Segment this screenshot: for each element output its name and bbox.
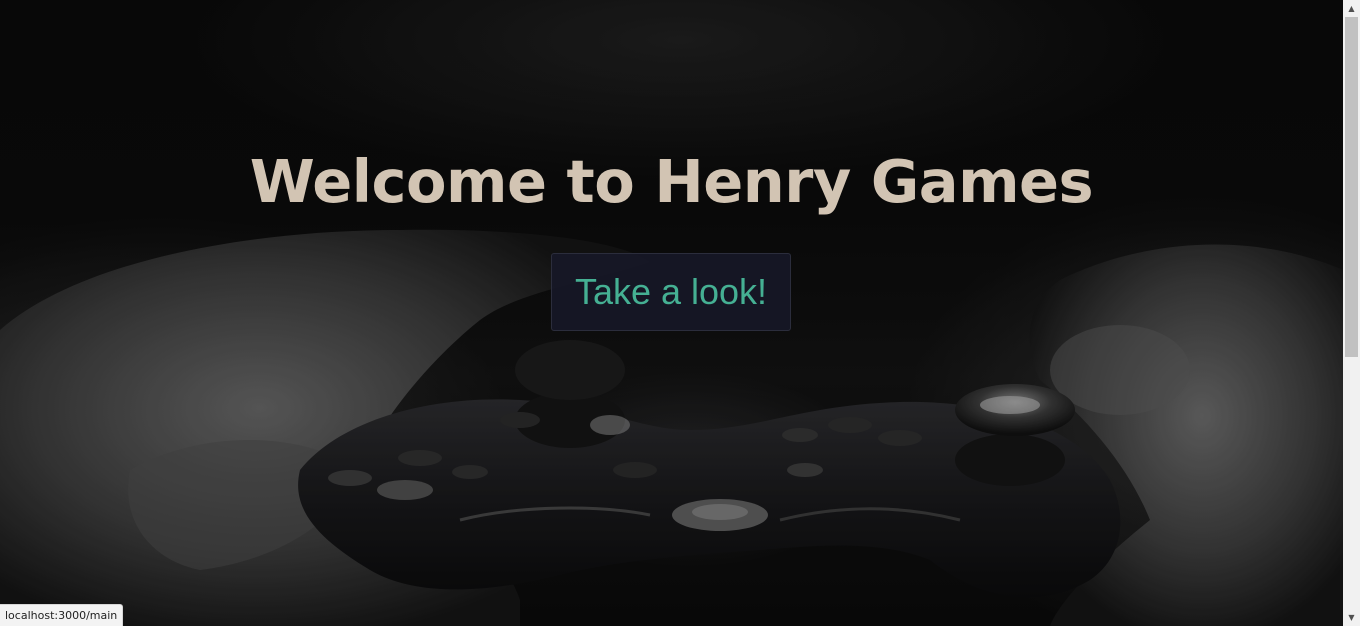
scrollbar-thumb[interactable] xyxy=(1345,17,1358,357)
take-a-look-button[interactable]: Take a look! xyxy=(551,253,791,331)
vertical-scrollbar[interactable]: ▲ ▼ xyxy=(1343,0,1360,626)
scroll-up-arrow-icon[interactable]: ▲ xyxy=(1343,0,1360,17)
hero-section: Welcome to Henry Games Take a look! xyxy=(0,0,1343,626)
link-status-bar: localhost:3000/main xyxy=(0,604,124,626)
page-title: Welcome to Henry Games xyxy=(249,147,1094,216)
scroll-down-arrow-icon[interactable]: ▼ xyxy=(1343,609,1360,626)
